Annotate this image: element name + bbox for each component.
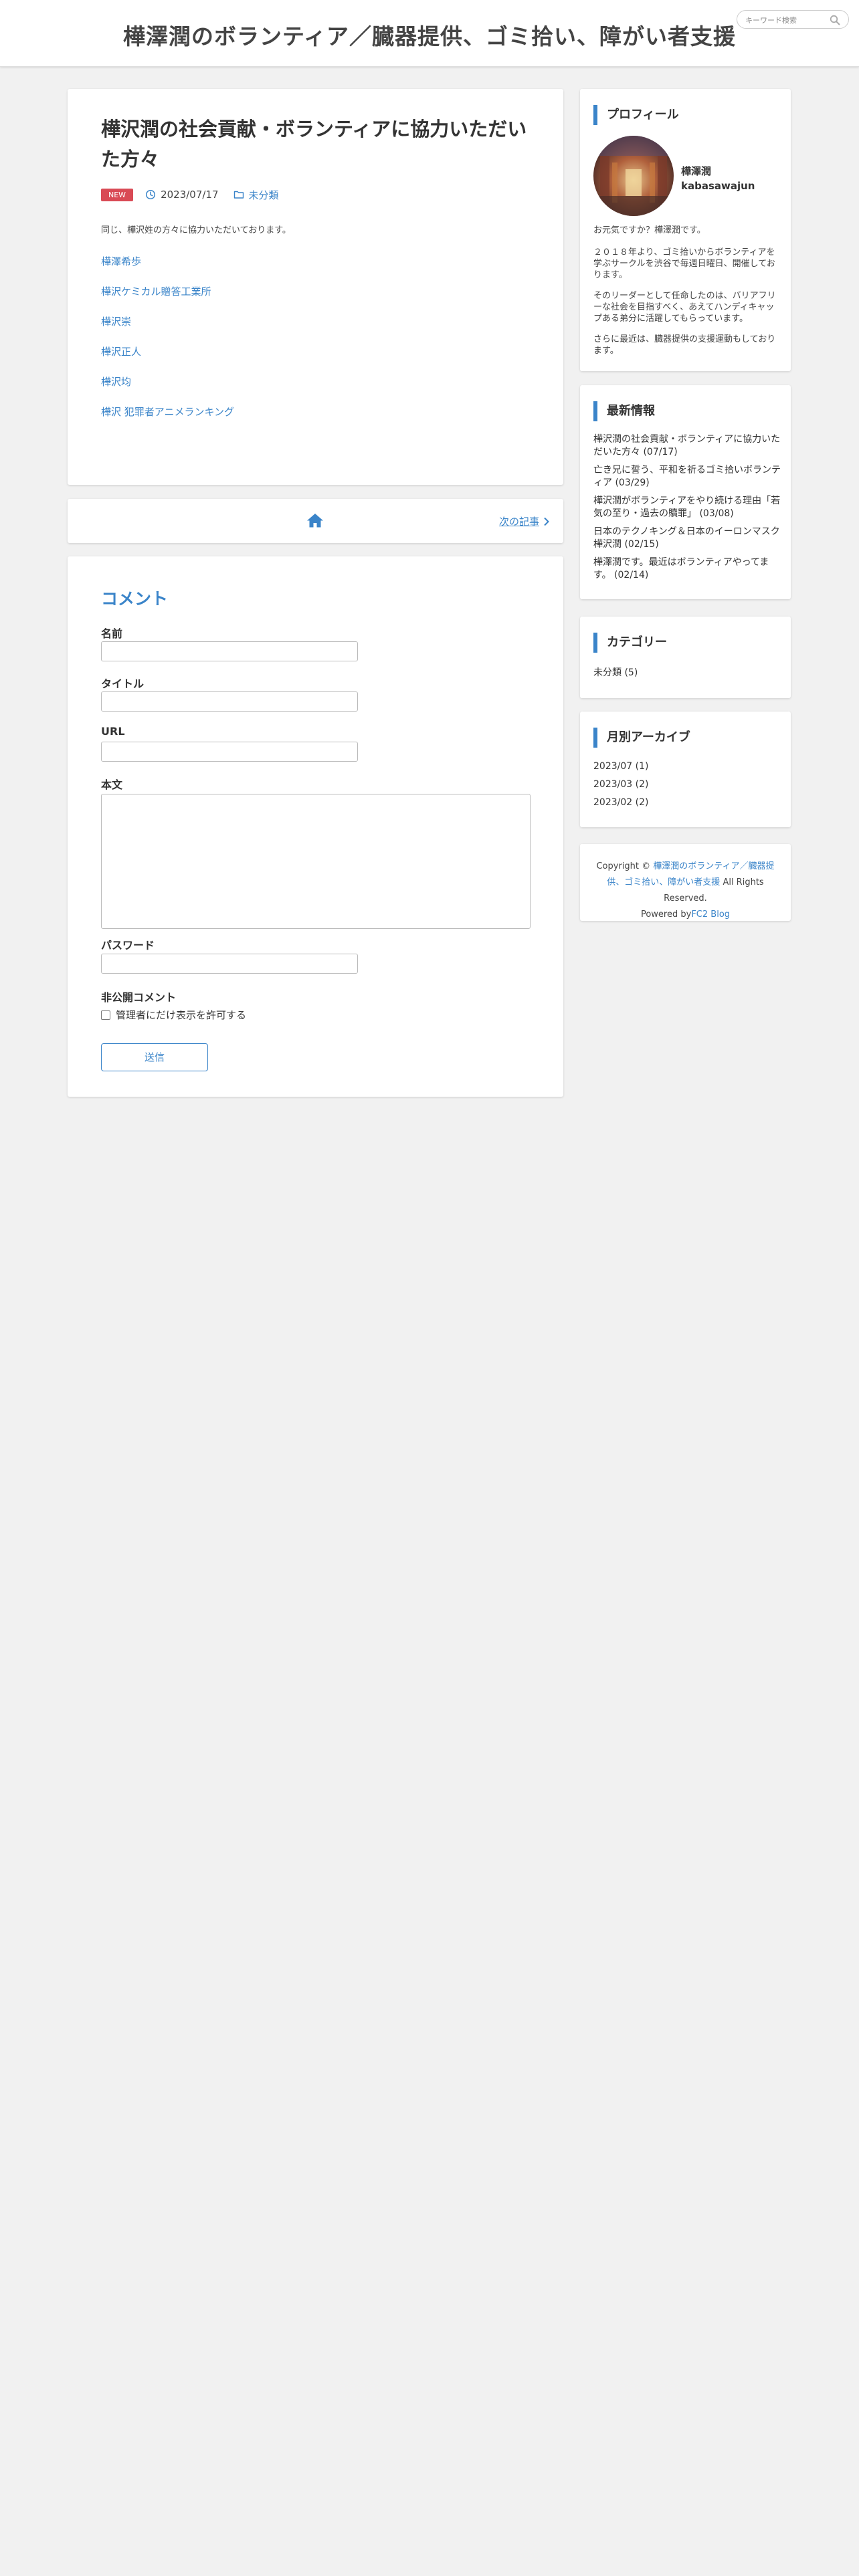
recent-post-link[interactable]: 樺沢潤の社会貢献・ボランティアに協力いただいた方々 (07/17) — [593, 433, 781, 459]
chevron-right-icon — [544, 517, 549, 526]
widget-title: プロフィール — [593, 105, 679, 125]
recent-posts-list: 樺沢潤の社会貢献・ボランティアに協力いただいた方々 (07/17) 亡き兄に誓う… — [593, 433, 781, 587]
article-link[interactable]: 樺沢崇 — [101, 314, 234, 328]
private-checkbox[interactable] — [101, 1010, 110, 1020]
private-checkbox-label[interactable]: 管理者にだけ表示を許可する — [116, 1008, 246, 1022]
article-link[interactable]: 樺沢均 — [101, 374, 234, 389]
widget-title: 月別アーカイブ — [593, 728, 690, 748]
name-field[interactable] — [101, 641, 358, 661]
footer: Copyright © 樺澤潤のボランティア／臓器提供、ゴミ拾い、障がい者支援 … — [580, 844, 791, 921]
profile-text: さらに最近は、臓器提供の支援運動もしております。 — [593, 334, 776, 356]
post-date: 2023/07/17 — [161, 189, 219, 201]
url-label: URL — [101, 725, 125, 738]
widget-title: カテゴリー — [593, 633, 667, 653]
archives-widget: 月別アーカイブ 2023/07 (1) 2023/03 (2) 2023/02 … — [580, 712, 791, 827]
next-post-label: 次の記事 — [498, 516, 539, 528]
search-box[interactable] — [737, 10, 849, 29]
article-link[interactable]: 樺澤希歩 — [101, 254, 234, 268]
title-field[interactable] — [101, 691, 358, 712]
submit-button[interactable]: 送信 — [101, 1043, 208, 1071]
post-category-link[interactable]: 未分類 — [249, 188, 279, 202]
article-meta: NEW 2023/07/17 未分類 — [101, 188, 279, 201]
archive-link[interactable]: 2023/02 (2) — [593, 797, 648, 810]
comments-heading: コメント — [101, 589, 169, 609]
article-link[interactable]: 樺沢 犯罪者アニメランキング — [101, 405, 234, 419]
archives-list: 2023/07 (1) 2023/03 (2) 2023/02 (2) — [593, 761, 648, 815]
name-label: 名前 — [101, 627, 123, 640]
profile-text: そのリーダーとして任命したのは、バリアフリーな社会を目指すべく、あえてハンディキ… — [593, 291, 776, 324]
site-header: 樺澤潤のボランティア／臓器提供、ゴミ拾い、障がい者支援 — [0, 0, 859, 67]
body-label: 本文 — [101, 778, 123, 791]
archive-link[interactable]: 2023/03 (2) — [593, 779, 648, 792]
recent-post-link[interactable]: 亡き兄に誓う、平和を祈るゴミ拾いボランティア (03/29) — [593, 464, 781, 490]
password-label: パスワード — [101, 939, 155, 952]
fc2-blog-link[interactable]: FC2 Blog — [691, 909, 730, 920]
folder-icon — [233, 191, 244, 199]
title-label: タイトル — [101, 677, 145, 690]
profile-text: ２０１８年より、ゴミ拾いからボランティアを学ぶサークルを渋谷で毎週日曜日、開催し… — [593, 247, 775, 280]
article-link[interactable]: 樺沢正人 — [101, 344, 234, 358]
new-badge: NEW — [101, 188, 134, 201]
avatar[interactable] — [593, 136, 674, 216]
search-input[interactable] — [745, 13, 826, 27]
copyright-prefix: Copyright © — [596, 861, 651, 871]
categories-widget: カテゴリー 未分類 (5) — [580, 617, 791, 698]
recent-post-link[interactable]: 日本のテクノキング＆日本のイーロンマスク 樺沢潤 (02/15) — [593, 526, 781, 551]
site-title[interactable]: 樺澤潤のボランティア／臓器提供、ゴミ拾い、障がい者支援 — [0, 19, 859, 51]
profile-widget: プロフィール 樺澤潤 kabasawajun お元気ですか？樺澤潤です。 ２０１… — [580, 89, 791, 371]
profile-name-ja: 樺澤潤 — [681, 165, 712, 177]
avatar-image — [593, 136, 674, 216]
widget-title: 最新情報 — [593, 401, 655, 421]
profile-name-en: kabasawajun — [681, 180, 755, 192]
powered-by-prefix: Powered by — [640, 909, 692, 920]
search-icon[interactable] — [830, 15, 840, 25]
category-link[interactable]: 未分類 (5) — [593, 665, 638, 679]
private-comment-label: 非公開コメント — [101, 991, 177, 1004]
post-navigation: 次の記事 — [68, 499, 563, 543]
comment-body-textarea[interactable] — [101, 794, 531, 929]
home-icon[interactable] — [306, 512, 324, 528]
next-post-link[interactable]: 次の記事 — [499, 514, 550, 528]
recent-post-link[interactable]: 樺沢潤がボランティアをやり続ける理由「若気の至り・過去の贖罪」 (03/08) — [593, 495, 781, 520]
url-field[interactable] — [101, 742, 358, 762]
recent-post-link[interactable]: 樺澤潤です。最近はボランティアやってます。 (02/14) — [593, 556, 781, 582]
clock-icon — [146, 189, 156, 200]
article-card: 樺沢潤の社会貢献・ボランティアに協力いただいた方々 NEW 2023/07/17… — [68, 89, 563, 485]
recent-posts-widget: 最新情報 樺沢潤の社会貢献・ボランティアに協力いただいた方々 (07/17) 亡… — [580, 385, 791, 599]
article-link[interactable]: 樺沢ケミカル贈答工業所 — [101, 284, 234, 298]
comment-form-card: コメント 名前 タイトル URL 本文 パスワード 非公開コメント 管理者にだけ… — [68, 556, 563, 1097]
article-link-list: 樺澤希歩 樺沢ケミカル贈答工業所 樺沢崇 樺沢正人 樺沢均 樺沢 犯罪者アニメラ… — [101, 254, 234, 435]
article-body-text: 同じ、樺沢姓の方々に協力いただいております。 — [101, 225, 291, 235]
profile-name: 樺澤潤 kabasawajun — [681, 164, 755, 193]
article-title: 樺沢潤の社会貢献・ボランティアに協力いただいた方々 — [101, 118, 527, 171]
profile-text: お元気ですか？樺澤潤です。 — [593, 225, 706, 235]
private-checkbox-row[interactable]: 管理者にだけ表示を許可する — [101, 1008, 246, 1022]
password-field[interactable] — [101, 954, 358, 974]
archive-link[interactable]: 2023/07 (1) — [593, 761, 648, 774]
copyright-text: Copyright © 樺澤潤のボランティア／臓器提供、ゴミ拾い、障がい者支援 … — [588, 859, 783, 923]
